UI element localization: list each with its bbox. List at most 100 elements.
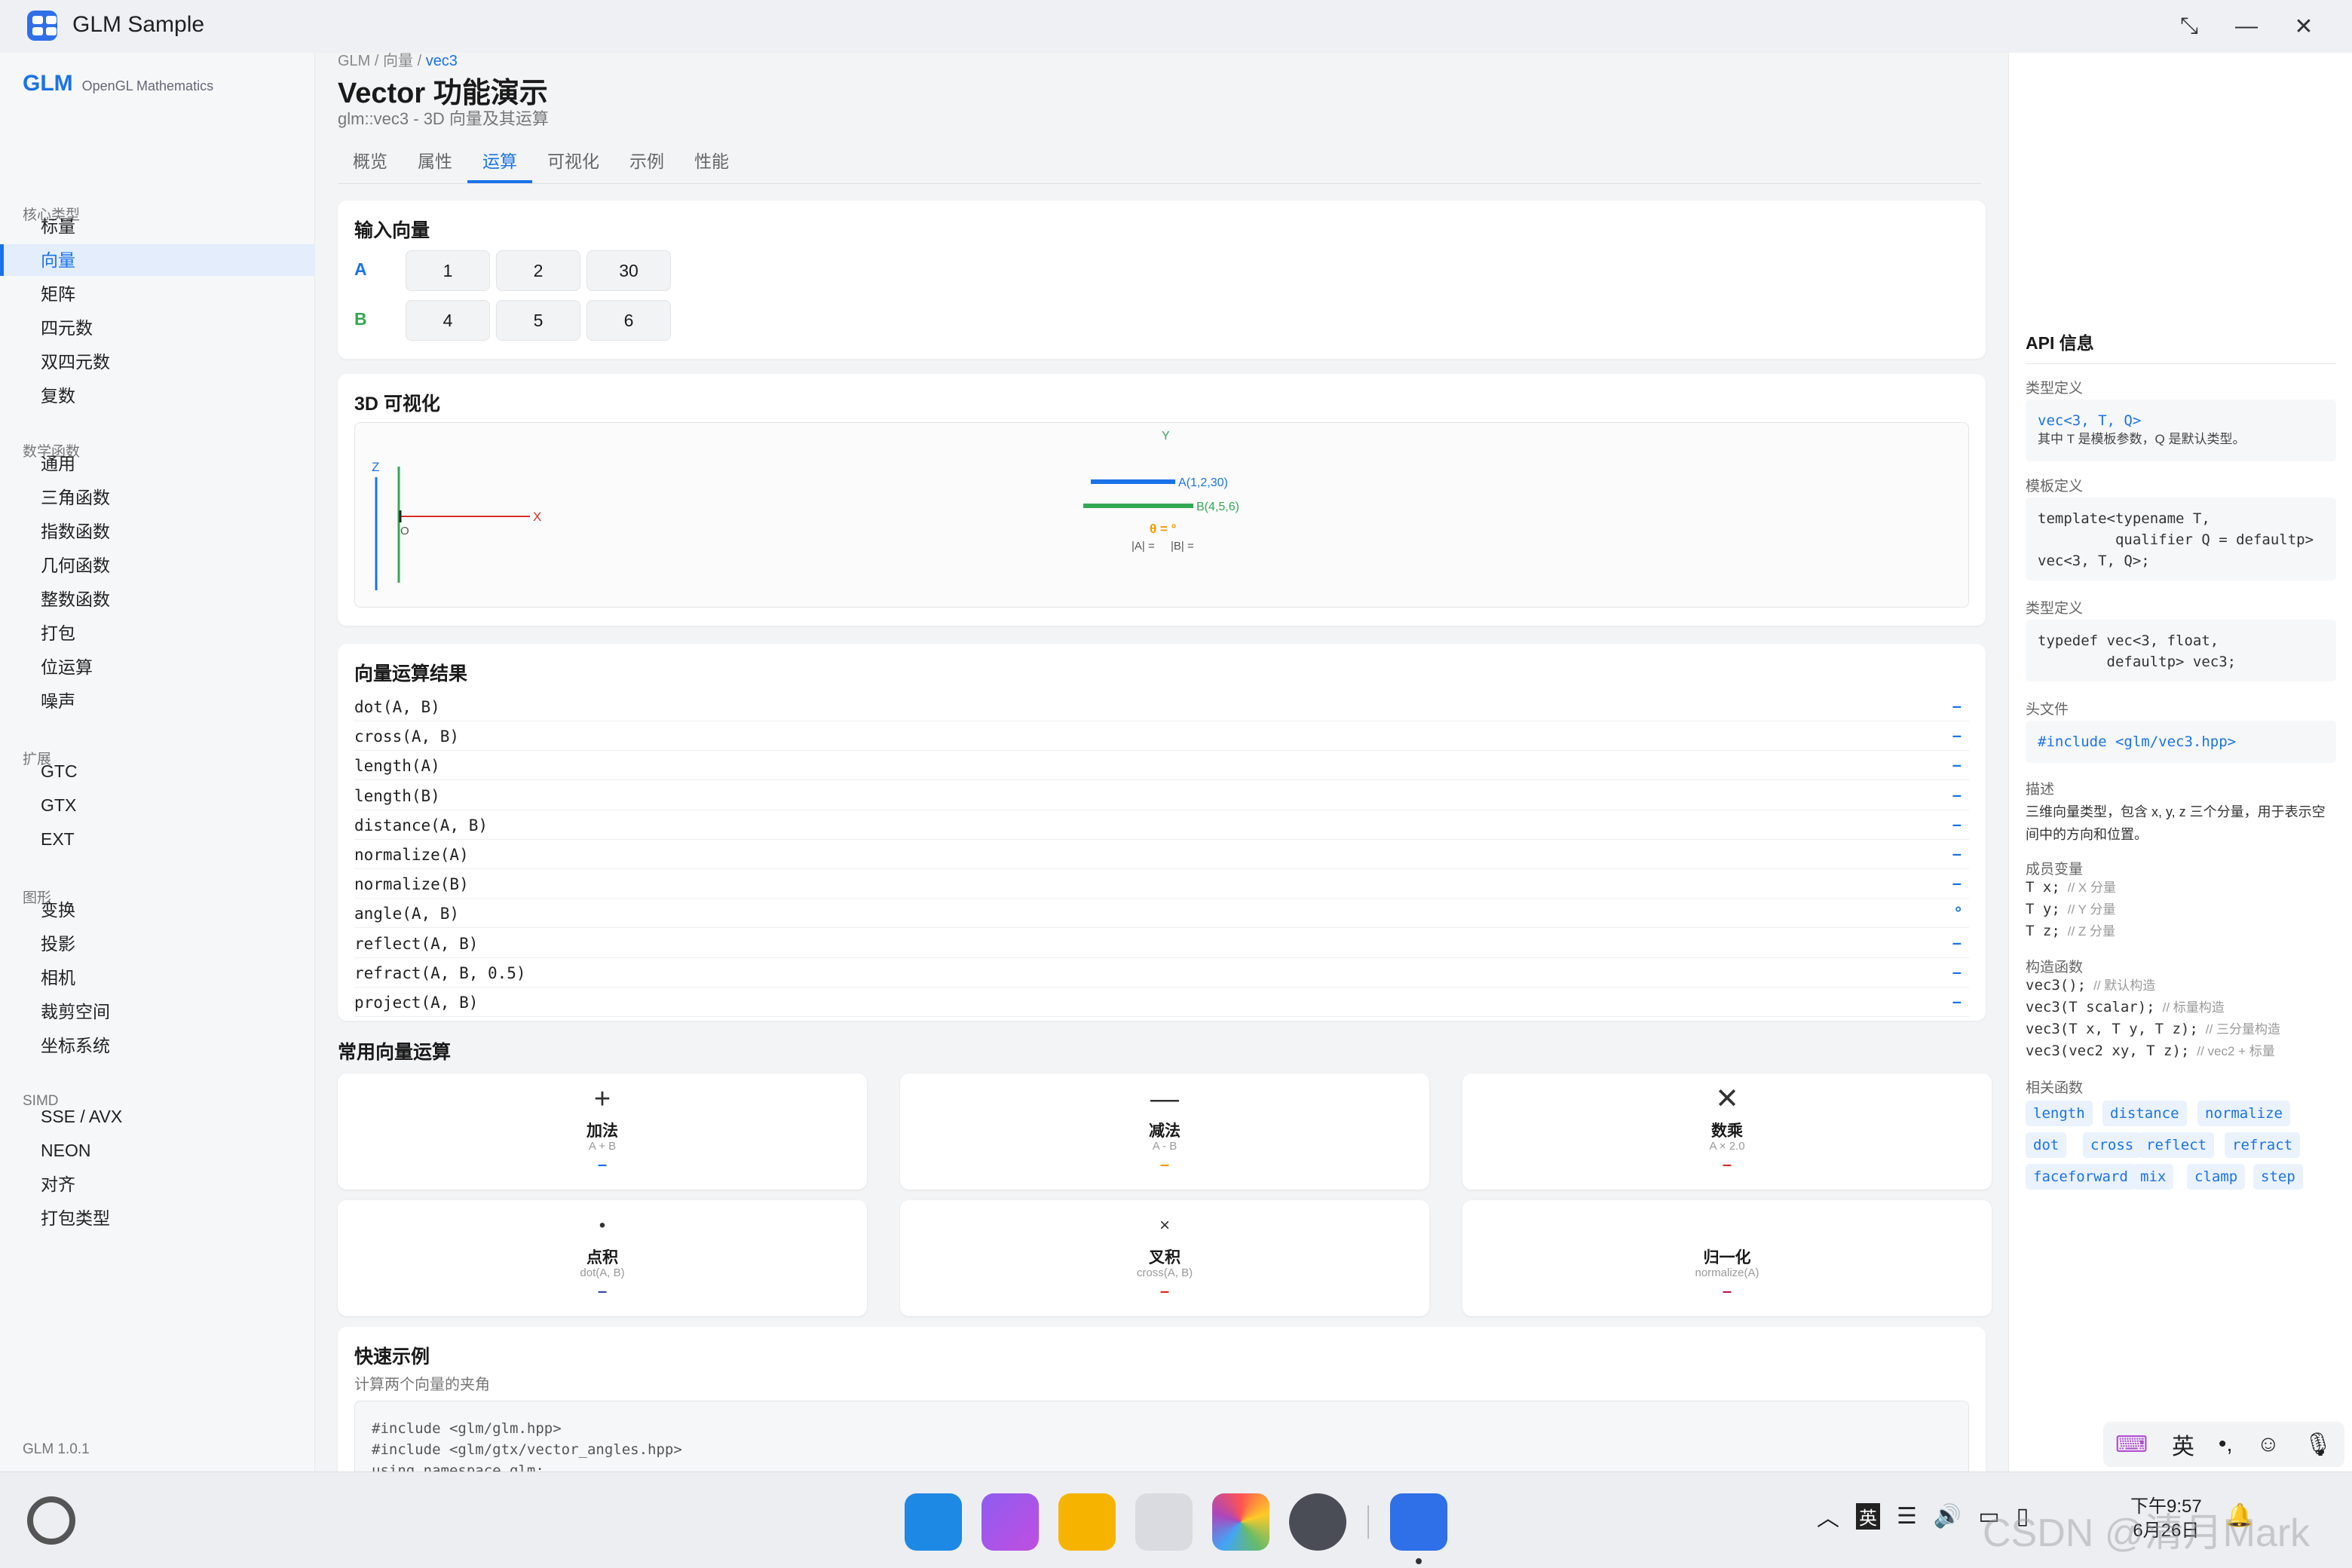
related-chip[interactable]: length [2026,1101,2093,1126]
tab[interactable]: 概览 [338,142,403,183]
start-icon[interactable] [27,1496,75,1545]
photos-icon[interactable] [1212,1493,1269,1551]
quick-example-card: 快速示例 计算两个向量的夹角 #include <glm/glm.hpp> #i… [338,1327,1986,1472]
vector-a-x-input[interactable]: 1 [406,250,490,291]
viz-svg: Z X O Y A(1,2,30) B(4,5,6) θ = ° |A| = |… [372,430,1239,590]
op-card[interactable]: • 点积 dot(A, B) – [338,1200,867,1316]
clipboard-icon[interactable]: ☰ [1897,1503,1917,1530]
tab[interactable]: 可视化 [532,142,614,183]
ime-settings-icon[interactable]: ⌨ [2115,1432,2148,1458]
sidebar-item[interactable]: 变换 [0,894,315,926]
multitask-icon[interactable] [982,1493,1039,1551]
breadcrumb: GLM / 向量 / vec3 [338,53,458,70]
code-line: T y; // Y 分量 [2026,898,2336,921]
related-chip[interactable]: mix [2133,1164,2174,1190]
related-chip[interactable]: faceforward [2026,1164,2136,1190]
sidebar-item[interactable]: 标量 [0,210,315,242]
emoji-icon[interactable]: ☺ [2257,1432,2280,1457]
sidebar-item[interactable]: 相机 [0,962,315,994]
breadcrumb-current[interactable]: vec3 [426,53,458,69]
quick-example-code: #include <glm/glm.hpp> #include <glm/gtx… [354,1401,1969,1472]
sidebar-item[interactable]: 双四元数 [0,346,315,378]
code-text: T x; [2026,879,2060,896]
tab[interactable]: 属性 [403,142,467,183]
code-text: vec3(T scalar); [2026,999,2155,1015]
sidebar-item[interactable]: 打包类型 [0,1202,315,1234]
watermark: CSDN @清月Mark [1983,1511,2311,1555]
vector-a-y-input[interactable]: 2 [496,250,580,291]
op-card[interactable]: 归一化 normalize(A) – [1462,1200,1992,1316]
sidebar-item[interactable]: 整数函数 [0,583,315,615]
main-content: GLM / 向量 / vec3 Vector 功能演示 glm::vec3 - … [315,53,2008,1472]
sidebar-item[interactable]: 坐标系统 [0,1030,315,1061]
sidebar-item[interactable]: 几何函数 [0,550,315,581]
related-chip[interactable]: refract [2225,1132,2301,1158]
op-formula: cross(A, B) [1136,1266,1193,1279]
header-label: 头文件 [2026,702,2069,718]
files-icon[interactable] [1058,1493,1116,1551]
glm-sample-app-icon[interactable] [1390,1493,1447,1551]
mic-icon[interactable]: 🎙 [2304,1432,2332,1458]
sidebar-item[interactable]: 噪声 [0,685,315,717]
sidebar-item[interactable]: 通用 [0,448,315,479]
op-card[interactable]: ✕ 数乘 A × 2.0 – [1462,1073,1992,1190]
sidebar-item[interactable]: 四元数 [0,312,315,344]
op-card[interactable]: × 叉积 cross(A, B) – [900,1200,1429,1316]
page-title: Vector 功能演示 [338,78,548,109]
sidebar-item[interactable]: 对齐 [0,1168,315,1200]
related-chip[interactable]: distance [2102,1101,2187,1126]
sidebar-item[interactable]: 三角函数 [0,482,315,513]
members-label: 成员变量 [2026,862,2084,877]
op-card[interactable]: — 减法 A - B – [900,1073,1429,1190]
vector-b-z-input[interactable]: 6 [586,300,671,341]
settings-icon[interactable] [1289,1493,1346,1551]
sidebar-item[interactable]: 位运算 [0,651,315,683]
minimize-icon[interactable]: — [2225,9,2268,44]
op-card[interactable]: + 加法 A + B – [338,1073,867,1190]
result-name: length(B) [354,786,440,805]
trash-icon[interactable] [1135,1493,1193,1551]
close-icon[interactable]: ✕ [2283,9,2325,44]
related-chip[interactable]: clamp [2187,1164,2246,1190]
code-comment: // Y 分量 [2067,902,2116,917]
sidebar: GLM OpenGL Mathematics 核心类型 标量 向量 矩阵 四元数 双四元数… [0,53,315,1472]
sidebar-item[interactable]: 向量 [0,244,315,276]
launcher-grid-icon[interactable] [905,1493,962,1551]
ime-lang-toggle[interactable]: 英 [2172,1428,2194,1461]
op-formula: normalize(A) [1695,1266,1759,1279]
sidebar-item[interactable]: 投影 [0,928,315,960]
tab-bar: 概览 属性 运算 可视化 示例 性能 [338,142,1981,184]
related-chip[interactable]: step [2253,1164,2303,1190]
vector-a-z-input[interactable]: 30 [586,250,671,291]
code-comment: // 标量构造 [2162,1000,2225,1015]
tab[interactable]: 性能 [679,142,744,183]
chevron-up-icon[interactable]: ︿ [1817,1499,1839,1533]
result-name: normalize(A) [354,846,469,864]
sidebar-item[interactable]: 复数 [0,380,315,412]
sidebar-item[interactable]: NEON [0,1135,315,1166]
punctuation-icon[interactable]: •, [2219,1432,2233,1457]
tab[interactable]: 运算 [467,142,532,183]
tab[interactable]: 示例 [614,142,679,183]
sidebar-item[interactable]: 矩阵 [0,278,315,310]
sidebar-item[interactable]: EXT [0,823,315,855]
related-chip[interactable]: cross [2083,1132,2142,1158]
code-line: T x; // X 分量 [2026,876,2336,899]
volume-icon[interactable]: 🔊 [1934,1503,1962,1530]
code-line: vec3(); // 默认构造 [2026,974,2336,997]
related-chip[interactable]: normalize [2197,1101,2290,1126]
tray-lang[interactable]: 英 [1856,1502,1880,1530]
result-name: distance(A, B) [354,816,488,835]
shrink-icon[interactable]: ⤡ [2168,9,2210,44]
vector-b-x-input[interactable]: 4 [406,300,490,341]
sidebar-item[interactable]: GTC [0,755,315,787]
sidebar-item[interactable]: SSE / AVX [0,1101,315,1132]
related-chip[interactable]: reflect [2139,1132,2215,1158]
viz-canvas[interactable]: Z X O Y A(1,2,30) B(4,5,6) θ = ° |A| = |… [354,422,1969,608]
sidebar-item[interactable]: 指数函数 [0,516,315,547]
related-chip[interactable]: dot [2026,1132,2067,1158]
vector-b-y-input[interactable]: 5 [496,300,580,341]
sidebar-item[interactable]: 打包 [0,617,315,649]
sidebar-item[interactable]: 裁剪空间 [0,996,315,1027]
sidebar-item[interactable]: GTX [0,789,315,821]
